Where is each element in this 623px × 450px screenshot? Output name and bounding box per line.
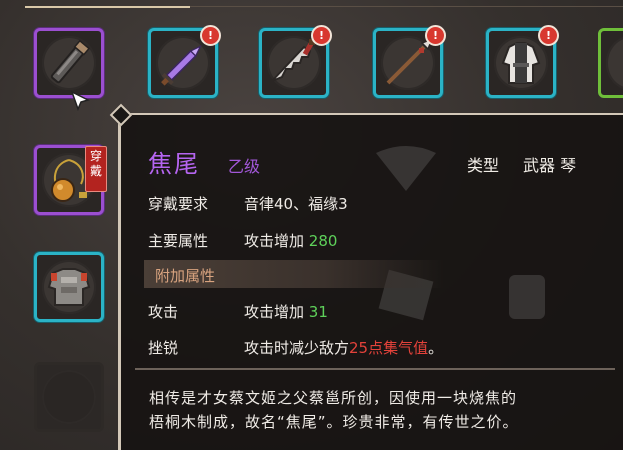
- main-attribute-row: 主要属性 攻击增加 280: [148, 230, 337, 251]
- equipped-tag: 穿戴: [85, 146, 107, 192]
- inventory-slot-equipped-necklace[interactable]: 穿戴: [34, 145, 107, 215]
- attack-row: 攻击 攻击增加 31: [148, 301, 328, 322]
- frustrate-text: 攻击时减少敌方: [244, 339, 350, 357]
- alert-badge: !: [311, 25, 332, 46]
- frustrate-suffix: 。: [428, 339, 444, 357]
- main-attribute-value: 280: [308, 232, 338, 250]
- inventory-slot-6[interactable]: [598, 28, 623, 98]
- inventory-slot-5[interactable]: !: [486, 25, 559, 98]
- tab-indicator: [25, 6, 190, 8]
- inventory-slot-1[interactable]: [34, 28, 104, 98]
- requirement-row: 穿戴要求 音律40、福缘3: [148, 193, 348, 214]
- description-line-2: 梧桐木制成，故名“焦尾”。珍贵非常，有传世之价。: [149, 413, 519, 431]
- inventory-slot-4[interactable]: !: [373, 25, 446, 98]
- frustrate-label: 挫锐: [148, 339, 179, 357]
- frustrate-value: 25点集气值: [349, 339, 429, 357]
- background-glove-icon: [493, 265, 563, 329]
- item-name: 焦尾: [148, 150, 200, 178]
- inventory-slot-2[interactable]: !: [148, 25, 221, 98]
- item-description: 相传是才女蔡文姬之父蔡邕所创，因使用一块烧焦的 梧桐木制成，故名“焦尾”。珍贵非…: [149, 386, 609, 434]
- item-tooltip: 焦尾 乙级 类型 武器 琴 穿戴要求 音律40、福缘3 主要属性 攻击增加 28…: [109, 103, 623, 450]
- chest-armor-icon: [37, 255, 101, 319]
- mouse-cursor-icon: [70, 90, 92, 116]
- main-attribute-text: 攻击增加: [244, 232, 305, 250]
- tooltip-divider: [135, 368, 615, 370]
- inventory-slot-equipped-armor[interactable]: [34, 252, 104, 322]
- requirement-label: 穿戴要求: [148, 195, 209, 213]
- panel-divider: [190, 6, 623, 7]
- attack-label: 攻击: [148, 303, 179, 321]
- inventory-slot-3[interactable]: !: [259, 25, 332, 98]
- extra-attribute-header: 附加属性: [144, 260, 444, 288]
- alert-badge: !: [200, 25, 221, 46]
- alert-badge: !: [538, 25, 559, 46]
- frustrate-row: 挫锐 攻击时减少敌方25点集气值。: [148, 337, 443, 358]
- item-type-value: 武器 琴: [523, 156, 577, 175]
- description-line-1: 相传是才女蔡文姬之父蔡邕所创，因使用一块烧焦的: [149, 389, 518, 407]
- main-attribute-label: 主要属性: [148, 232, 209, 250]
- background-fan-icon: [371, 143, 441, 197]
- alert-badge: !: [425, 25, 446, 46]
- item-grade: 乙级: [228, 157, 261, 176]
- inventory-slot-empty[interactable]: [34, 362, 104, 432]
- attack-value: 31: [308, 303, 328, 321]
- attack-text: 攻击增加: [244, 303, 305, 321]
- item-type-label: 类型: [467, 156, 500, 175]
- requirement-value: 音律40、福缘3: [244, 195, 348, 213]
- brush-staff-icon: [37, 31, 101, 95]
